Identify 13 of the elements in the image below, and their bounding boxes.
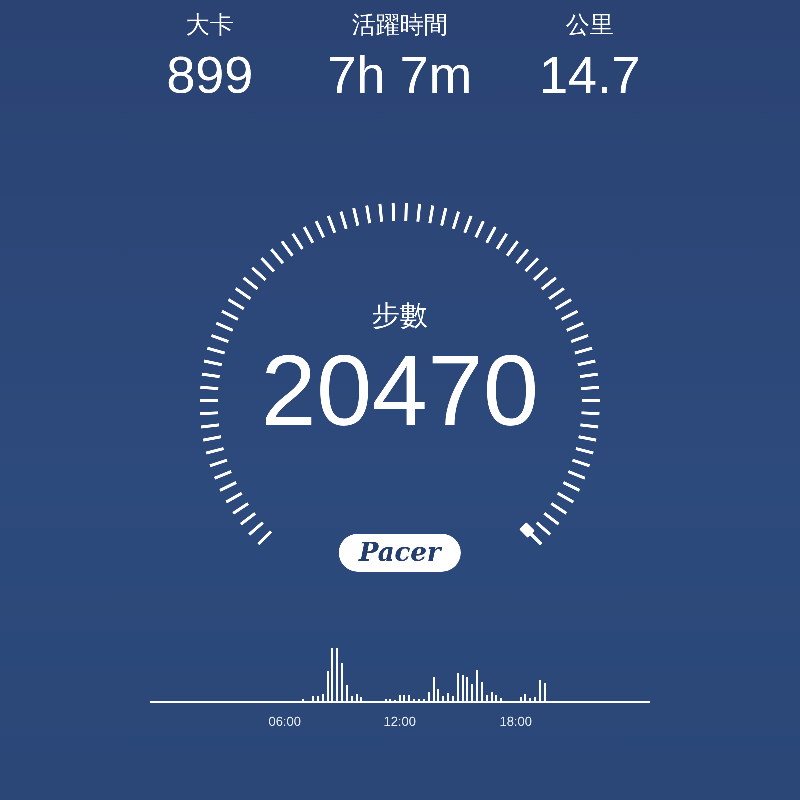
steps-label: 步數 [372, 298, 428, 334]
progress-marker-icon [520, 522, 542, 546]
logo-badge: Pacer [339, 534, 461, 572]
stat-label: 公里 [566, 10, 614, 40]
stat-label: 活躍時間 [352, 10, 448, 40]
stat-value: 7h 7m [328, 46, 472, 106]
time-label: 06:00 [268, 714, 302, 729]
time-label: 12:00 [384, 714, 416, 729]
stat-label: 大卡 [186, 10, 234, 40]
time-label: 18:00 [500, 714, 532, 729]
steps-count: 20470 [260, 336, 540, 446]
stat-value: 899 [166, 46, 254, 106]
stat-value: 14.7 [539, 46, 641, 106]
